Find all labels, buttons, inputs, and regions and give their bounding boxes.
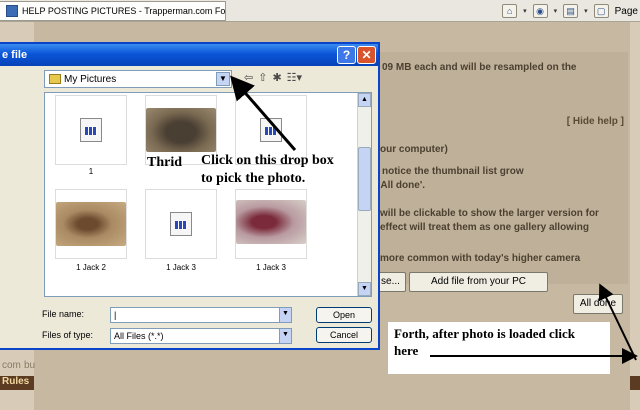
help-text-line: effect will treat them as one gallery al… [380,222,589,233]
file-label: 1 Jack 3 [256,263,286,272]
all-done-button[interactable]: All done [573,294,623,314]
file-name-value: | [114,310,117,320]
annotation-forth: Forth, after photo is loaded click here [388,322,610,374]
chevron-down-icon[interactable]: ▼ [216,72,230,86]
dialog-titlebar[interactable]: e file ? ✕ [0,44,378,66]
annotation-line: here [394,343,419,358]
browser-command-bar: ⌂ ▾ ◉ ▾ ▤ ▾ ▢ Page [502,2,640,20]
choose-file-dialog: e file ? ✕ My Pictures ▼ ⇦ ⇧ ✱ ☷▾ 1 1 Ja… [0,42,380,350]
help-button[interactable]: ? [337,46,356,64]
annotation-dropbox: Click on this drop box to pick the photo… [201,152,334,188]
help-text-line: more common with today's higher camera [380,253,581,264]
folder-icon [49,74,61,84]
help-text-line: 'All done'. [378,180,425,191]
photo-thumbnail [236,200,306,244]
forum-rules-link[interactable]: Rules [0,376,34,390]
left-text-bu: bu [24,360,36,371]
document-icon [80,118,102,142]
page-menu-label[interactable]: Page [615,6,638,17]
file-label: 1 Jack 3 [166,263,196,272]
help-panel: 09 MB each and will be resampled on the … [378,52,628,284]
document-icon [260,118,282,142]
annotation-line: Forth, after photo is loaded click [394,326,576,341]
page-icon[interactable]: ▢ [593,4,609,18]
help-text-line: notice the thumbnail list grow [382,166,524,177]
file-thumbnail[interactable] [235,189,307,259]
photo-thumbnail [146,108,216,152]
vertical-scrollbar[interactable]: ▲ ▼ [357,93,371,296]
view-menu-icon[interactable]: ☷▾ [287,71,302,84]
right-rules-bar [630,376,640,390]
scroll-up-icon[interactable]: ▲ [358,93,371,107]
browser-tab[interactable]: HELP POSTING PICTURES - Trapperman.com F… [0,1,226,21]
file-thumbnail[interactable] [145,189,217,259]
home-icon[interactable]: ⌂ [502,4,518,18]
file-thumbnail[interactable] [55,95,127,165]
browser-toolbar: HELP POSTING PICTURES - Trapperman.com F… [0,0,640,22]
cancel-button[interactable]: Cancel [316,327,372,343]
file-type-label: Files of type: [42,330,94,340]
file-thumbnail[interactable] [55,189,127,259]
look-in-value: My Pictures [64,73,117,85]
close-button[interactable]: ✕ [357,46,376,64]
document-icon [170,212,192,236]
page-favicon-icon [6,5,18,17]
chevron-down-icon[interactable]: ▼ [279,329,291,343]
right-margin [630,22,640,410]
hide-help-link[interactable]: [ Hide help ] [567,116,624,127]
add-file-button[interactable]: Add file from your PC [409,272,548,292]
file-name-input[interactable]: | ▼ [110,307,292,323]
file-list: 1 1 Jack 2 1 Jack 3 1 Jack 3 ▲ ▼ [44,92,372,297]
look-in-dropdown[interactable]: My Pictures ▼ [44,70,232,88]
back-icon[interactable]: ⇦ [244,71,253,84]
print-dropdown-icon[interactable]: ▾ [584,7,588,15]
new-folder-icon[interactable]: ✱ [272,71,281,84]
feeds-icon[interactable]: ◉ [532,4,548,18]
help-text-line: will be clickable to show the larger ver… [380,208,599,219]
up-folder-icon[interactable]: ⇧ [258,71,267,84]
file-name-label: File name: [42,309,85,319]
file-type-value: All Files (*.*) [114,331,164,341]
annotation-line: to pick the photo. [201,171,306,186]
help-text-line: our computer) [380,144,448,155]
chevron-down-icon[interactable]: ▼ [279,308,291,322]
home-dropdown-icon[interactable]: ▾ [523,7,527,15]
browse-button-partial[interactable]: se... [376,272,406,292]
tab-title: HELP POSTING PICTURES - Trapperman.com F… [22,6,226,16]
annotation-third: Thrid [147,155,183,170]
help-text-line: 09 MB each and will be resampled on the [382,62,577,73]
photo-thumbnail [56,202,126,246]
left-text-com: com [2,360,21,371]
file-label: 1 [88,167,94,176]
annotation-line: Click on this drop box [201,153,334,168]
file-label: 1 Jack 2 [76,263,106,272]
feeds-dropdown-icon[interactable]: ▾ [554,7,558,15]
dialog-title: e file [2,49,28,61]
dialog-nav-tools: ⇦ ⇧ ✱ ☷▾ [244,71,302,84]
file-type-select[interactable]: All Files (*.*) ▼ [110,328,292,344]
open-button[interactable]: Open [316,307,372,323]
scroll-thumb[interactable] [358,147,371,211]
print-icon[interactable]: ▤ [563,4,579,18]
scroll-down-icon[interactable]: ▼ [358,282,371,296]
